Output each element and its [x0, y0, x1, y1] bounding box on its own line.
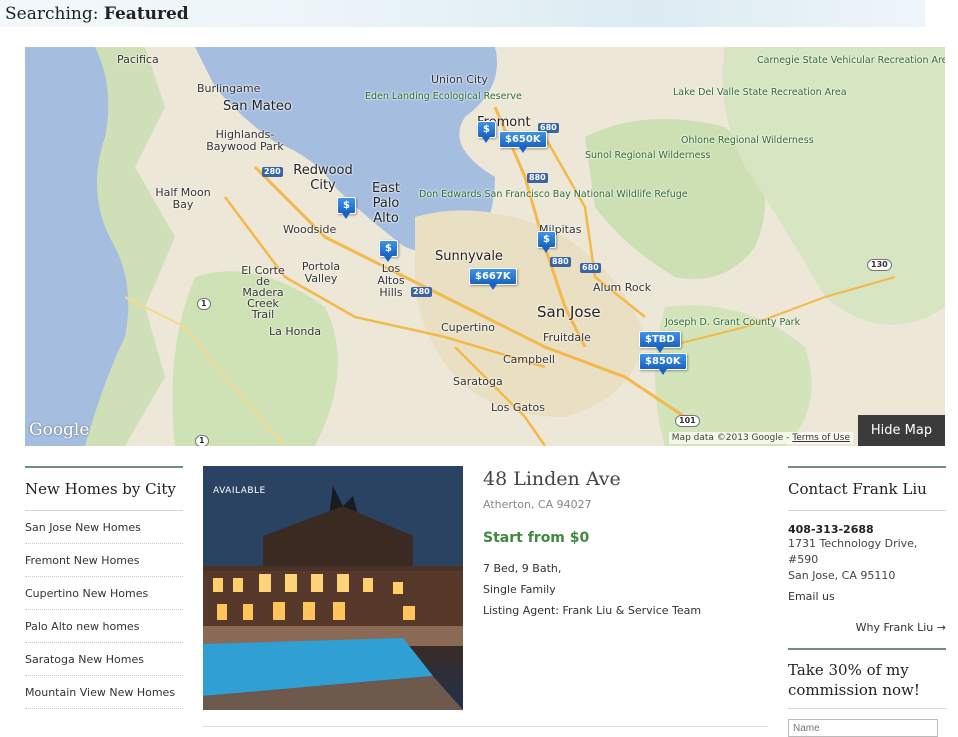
listing-beds-baths: 7 Bed, 9 Bath,	[483, 562, 562, 575]
map-place-los-gatos: Los Gatos	[491, 401, 545, 414]
listing-pin[interactable]: $	[477, 121, 496, 143]
email-us-link[interactable]: Email us	[788, 590, 946, 603]
promo-panel: Take 30% of my commission now!	[788, 648, 946, 737]
google-logo: Google	[29, 420, 90, 440]
new-homes-sidebar: New Homes by City San Jose New Homes Fre…	[25, 466, 183, 709]
contact-city: San Jose, CA 95110	[788, 569, 896, 582]
highway-shield: 101	[675, 415, 700, 427]
terms-of-use-link[interactable]: Terms of Use	[792, 433, 850, 443]
map-place-burlingame: Burlingame	[197, 82, 261, 95]
map-place-half-moon-bay: Half Moon Bay	[155, 186, 211, 211]
city-list: San Jose New Homes Fremont New Homes Cup…	[25, 511, 183, 709]
listing-pin[interactable]: $	[337, 197, 356, 219]
map-place-alum-rock: Alum Rock	[593, 281, 652, 294]
map-place-highlands: Highlands-Baywood Park	[206, 128, 284, 153]
map[interactable]: Pacifica Burlingame San Mateo Highlands-…	[25, 47, 945, 446]
contact-panel: Contact Frank Liu 408-313-2688 1731 Tech…	[788, 466, 946, 634]
map-place-el-corte: El Corte de Madera Creek Trail	[241, 264, 285, 321]
listing-pin[interactable]: $	[379, 240, 398, 262]
contact-phone: 408-313-2688	[788, 523, 874, 536]
map-place-woodside: Woodside	[283, 223, 337, 236]
listing-divider	[203, 726, 768, 727]
map-place-portola-valley: Portola Valley	[301, 260, 341, 285]
listing-pin[interactable]: $	[537, 231, 556, 253]
map-place-pacifica: Pacifica	[117, 53, 159, 66]
name-input[interactable]	[788, 719, 938, 737]
map-place-la-honda: La Honda	[269, 325, 322, 338]
highway-shield: 280	[411, 287, 432, 297]
listing-details: 7 Bed, 9 Bath, Single Family Listing Age…	[483, 558, 773, 621]
highway-shield: 1	[195, 435, 209, 446]
search-title: Searching: Featured	[5, 4, 189, 24]
map-place-san-mateo: San Mateo	[223, 99, 292, 114]
highway-shield: 1	[197, 298, 211, 310]
why-frank-liu-link[interactable]: Why Frank Liu →	[788, 621, 946, 634]
map-attribution-text: Map data ©2013 Google -	[671, 433, 790, 443]
map-place-lake-del-valle: Lake Del Valle State Recreation Area	[673, 87, 847, 98]
map-attribution: Map data ©2013 Google - Terms of Use	[668, 432, 853, 444]
listing-info: 48 Linden Ave Atherton, CA 94027 Start f…	[483, 466, 773, 621]
search-value: Featured	[103, 4, 189, 24]
highway-shield: 130	[867, 259, 892, 271]
listing-price: Start from $0	[483, 530, 590, 546]
map-place-fruitdale: Fruitdale	[543, 331, 591, 344]
map-place-san-jose: San Jose	[537, 303, 601, 321]
city-link[interactable]: Saratoga New Homes	[25, 643, 183, 676]
city-link[interactable]: Mountain View New Homes	[25, 676, 183, 709]
house-illustration	[203, 466, 463, 710]
available-badge: AVAILABLE	[213, 486, 266, 496]
listing-agent: Listing Agent: Frank Liu & Service Team	[483, 604, 702, 617]
map-place-carnegie: Carnegie State Vehicular Recreation Area	[757, 55, 945, 66]
listing-pin[interactable]: $850K	[639, 353, 687, 375]
listing-pin[interactable]: $667K	[469, 268, 517, 290]
map-place-don-edwards: Don Edwards San Francisco Bay National W…	[419, 189, 688, 200]
highway-shield: 680	[580, 263, 601, 273]
listing-photo[interactable]: AVAILABLE	[203, 466, 463, 710]
contact-street: 1731 Technology Drive, #590	[788, 537, 918, 566]
hide-map-button[interactable]: Hide Map	[858, 415, 945, 446]
search-label: Searching:	[5, 4, 99, 24]
contact-title: Contact Frank Liu	[788, 468, 946, 511]
city-link[interactable]: Palo Alto new homes	[25, 610, 183, 643]
listing-pin[interactable]: $650K	[499, 131, 547, 153]
map-place-campbell: Campbell	[503, 353, 555, 366]
map-place-east-palo-alto: East Palo Alto	[371, 181, 401, 226]
city-link[interactable]: Cupertino New Homes	[25, 577, 183, 610]
header-band: Searching: Featured	[0, 0, 925, 27]
highway-shield: 880	[527, 173, 548, 183]
map-place-sunnyvale: Sunnyvale	[435, 249, 503, 264]
listing-address[interactable]: 48 Linden Ave	[483, 468, 773, 490]
map-place-los-altos-hills: Los Altos Hills	[377, 262, 405, 299]
listing-pin[interactable]: $TBD	[639, 331, 681, 353]
listing-type: Single Family	[483, 583, 556, 596]
listing-city: Atherton, CA 94027	[483, 498, 592, 511]
map-place-sunol: Sunol Regional Wilderness	[585, 150, 711, 161]
map-place-redwood-city: Redwood City	[293, 163, 353, 193]
city-link[interactable]: San Jose New Homes	[25, 511, 183, 544]
map-place-joseph-grant: Joseph D. Grant County Park	[665, 317, 801, 328]
city-link[interactable]: Fremont New Homes	[25, 544, 183, 577]
highway-shield: 280	[262, 167, 283, 177]
map-place-union-city: Union City	[431, 73, 488, 86]
map-place-saratoga: Saratoga	[453, 375, 503, 388]
sidebar-title: New Homes by City	[25, 468, 183, 511]
map-place-eden-landing: Eden Landing Ecological Reserve	[365, 91, 522, 102]
promo-title: Take 30% of my commission now!	[788, 650, 946, 709]
map-place-cupertino: Cupertino	[441, 321, 495, 334]
map-place-ohlone: Ohlone Regional Wilderness	[681, 135, 814, 146]
highway-shield: 880	[550, 257, 571, 267]
